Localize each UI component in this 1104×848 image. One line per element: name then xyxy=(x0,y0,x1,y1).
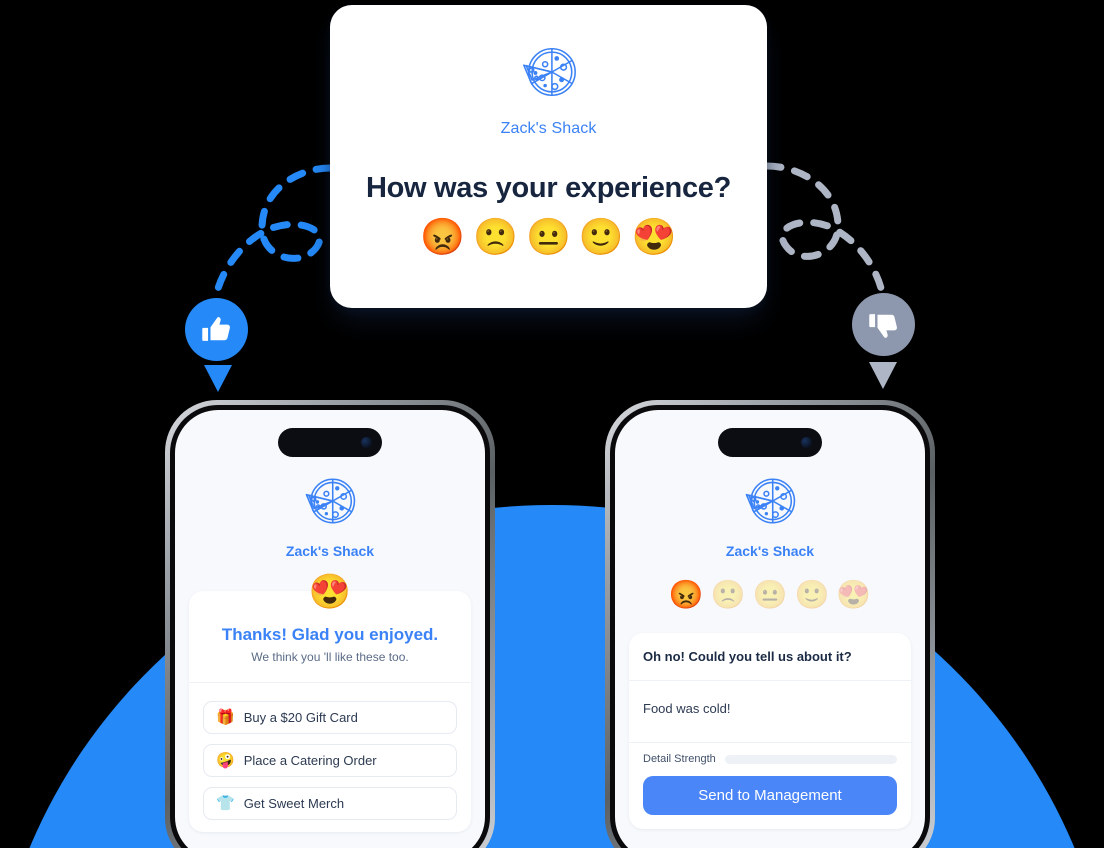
survey-emoji-frown[interactable]: 🙁 xyxy=(473,219,518,255)
phone-negative: Zack's Shack 😡 🙁 😐 🙂 😍 Oh no! Could you … xyxy=(605,400,935,848)
camera-lens-icon xyxy=(801,437,812,448)
phone-screen-negative: Zack's Shack 😡 🙁 😐 🙂 😍 Oh no! Could you … xyxy=(615,410,925,848)
arrow-negative xyxy=(869,362,897,389)
thanks-title: Thanks! Glad you enjoyed. xyxy=(221,625,439,644)
offer-label: Get Sweet Merch xyxy=(243,796,345,811)
feedback-answer-input[interactable]: Food was cold! xyxy=(629,681,911,742)
offer-item-gift-card[interactable]: 🎁 Buy a $20 Gift Card xyxy=(203,701,457,734)
rating-angry[interactable]: 😡 xyxy=(669,581,704,609)
phone-positive: Zack's Shack 😍 Thanks! Glad you enjoyed.… xyxy=(165,400,495,848)
brand-name: Zack's Shack xyxy=(500,120,597,137)
selected-emoji: 😍 xyxy=(308,573,352,611)
feedback-panel: Oh no! Could you tell us about it? Food … xyxy=(629,633,911,829)
brand-name: Zack's Shack xyxy=(725,543,815,559)
offer-item-catering[interactable]: 🤪 Place a Catering Order xyxy=(203,744,457,777)
detail-strength-meter xyxy=(724,754,897,764)
arrow-positive xyxy=(204,365,232,392)
feedback-question: Oh no! Could you tell us about it? xyxy=(643,649,852,664)
tshirt-icon: 👕 xyxy=(216,795,235,812)
connector-path-negative xyxy=(763,162,886,296)
thanks-subtitle: We think you 'll like these too. xyxy=(251,650,409,664)
dynamic-island xyxy=(718,428,822,457)
survey-card: Zack's Shack How was your experience? 😡 … xyxy=(330,5,767,308)
survey-emoji-neutral[interactable]: 😐 xyxy=(526,219,571,255)
phone-bezel: Zack's Shack 😍 Thanks! Glad you enjoyed.… xyxy=(170,405,490,848)
feedback-footer: Detail Strength Send to Management xyxy=(629,743,911,829)
survey-question: How was your experience? xyxy=(365,172,732,204)
survey-emoji-row[interactable]: 😡 🙁 😐 🙂 😍 xyxy=(420,219,676,255)
thumbs-up-badge xyxy=(185,298,248,361)
detail-strength-label: Detail Strength xyxy=(643,753,716,765)
offer-label: Buy a $20 Gift Card xyxy=(243,710,358,725)
rating-love[interactable]: 😍 xyxy=(836,581,871,609)
thumbs-down-icon xyxy=(868,313,897,338)
detail-strength-row: Detail Strength xyxy=(643,753,897,765)
thumbs-down-badge xyxy=(852,293,915,356)
pizza-icon xyxy=(301,472,359,535)
rating-frown[interactable]: 🙁 xyxy=(711,581,746,609)
scene: Zack's Shack How was your experience? 😡 … xyxy=(0,0,1104,848)
gift-icon: 🎁 xyxy=(216,709,235,726)
party-face-icon: 🤪 xyxy=(216,752,235,769)
rating-neutral[interactable]: 😐 xyxy=(753,581,788,609)
send-to-management-button[interactable]: Send to Management xyxy=(643,776,897,815)
phone-screen-positive: Zack's Shack 😍 Thanks! Glad you enjoyed.… xyxy=(175,410,485,848)
dynamic-island xyxy=(278,428,382,457)
survey-emoji-angry[interactable]: 😡 xyxy=(420,219,465,255)
pizza-icon xyxy=(518,41,580,108)
connector-path-positive xyxy=(212,164,334,300)
rating-smile[interactable]: 🙂 xyxy=(794,581,829,609)
camera-lens-icon xyxy=(361,437,372,448)
thumbs-up-icon xyxy=(201,316,230,341)
survey-emoji-love[interactable]: 😍 xyxy=(632,219,677,255)
offer-label: Place a Catering Order xyxy=(243,753,377,768)
offer-item-merch[interactable]: 👕 Get Sweet Merch xyxy=(203,787,457,820)
rating-row[interactable]: 😡 🙁 😐 🙂 😍 xyxy=(615,581,925,609)
brand-name: Zack's Shack xyxy=(285,543,375,559)
survey-emoji-smile[interactable]: 🙂 xyxy=(579,219,624,255)
phone-bezel: Zack's Shack 😡 🙁 😐 🙂 😍 Oh no! Could you … xyxy=(610,405,930,848)
thanks-panel: Thanks! Glad you enjoyed. We think you '… xyxy=(189,591,471,832)
offer-list: 🎁 Buy a $20 Gift Card 🤪 Place a Catering… xyxy=(189,683,471,832)
pizza-icon xyxy=(741,472,799,535)
